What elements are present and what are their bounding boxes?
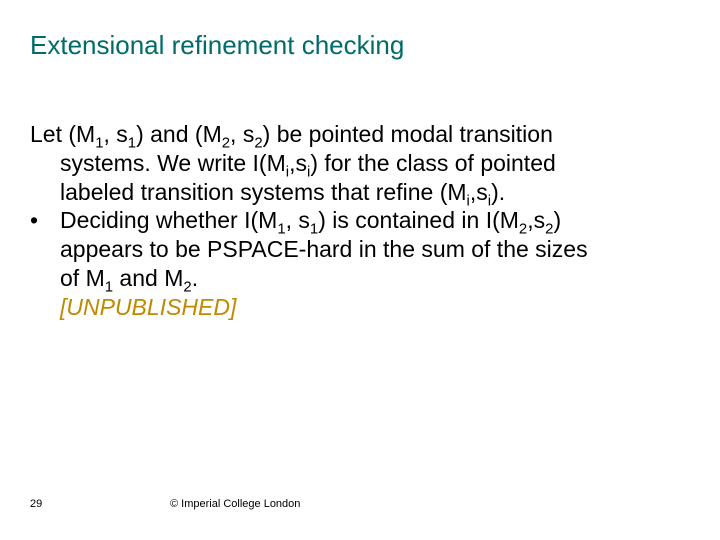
bullet-text: Deciding whether I(M1, s1) is contained … (60, 206, 590, 321)
bullet-item: • Deciding whether I(M1, s1) is containe… (30, 206, 590, 321)
b-c: ) is contained in I(M (318, 207, 519, 233)
p1-b: ) and (M (136, 121, 222, 147)
footer-copyright: © Imperial College London (170, 498, 300, 510)
p1-h: ). (491, 179, 505, 205)
p1-g: ,s (470, 179, 488, 205)
b-f: and M (113, 265, 183, 291)
slide: Extensional refinement checking Let (M1,… (0, 0, 720, 540)
p1-lead: Let (M (30, 121, 95, 147)
slide-body: Let (M1, s1) and (M2, s2) be pointed mod… (30, 120, 590, 321)
bullet-marker: • (30, 206, 60, 321)
b-b: , s (286, 207, 310, 233)
p1-c: , s (230, 121, 254, 147)
p1-a: , s (104, 121, 128, 147)
b-a: Deciding whether I(M (60, 207, 277, 233)
b-g: . (192, 265, 198, 291)
p1-e: ,s (289, 150, 307, 176)
page-number: 29 (30, 498, 42, 510)
slide-title: Extensional refinement checking (30, 30, 404, 61)
b-d: ,s (527, 207, 545, 233)
paragraph-1: Let (M1, s1) and (M2, s2) be pointed mod… (30, 120, 590, 206)
unpublished-note: [UNPUBLISHED] (60, 294, 236, 320)
